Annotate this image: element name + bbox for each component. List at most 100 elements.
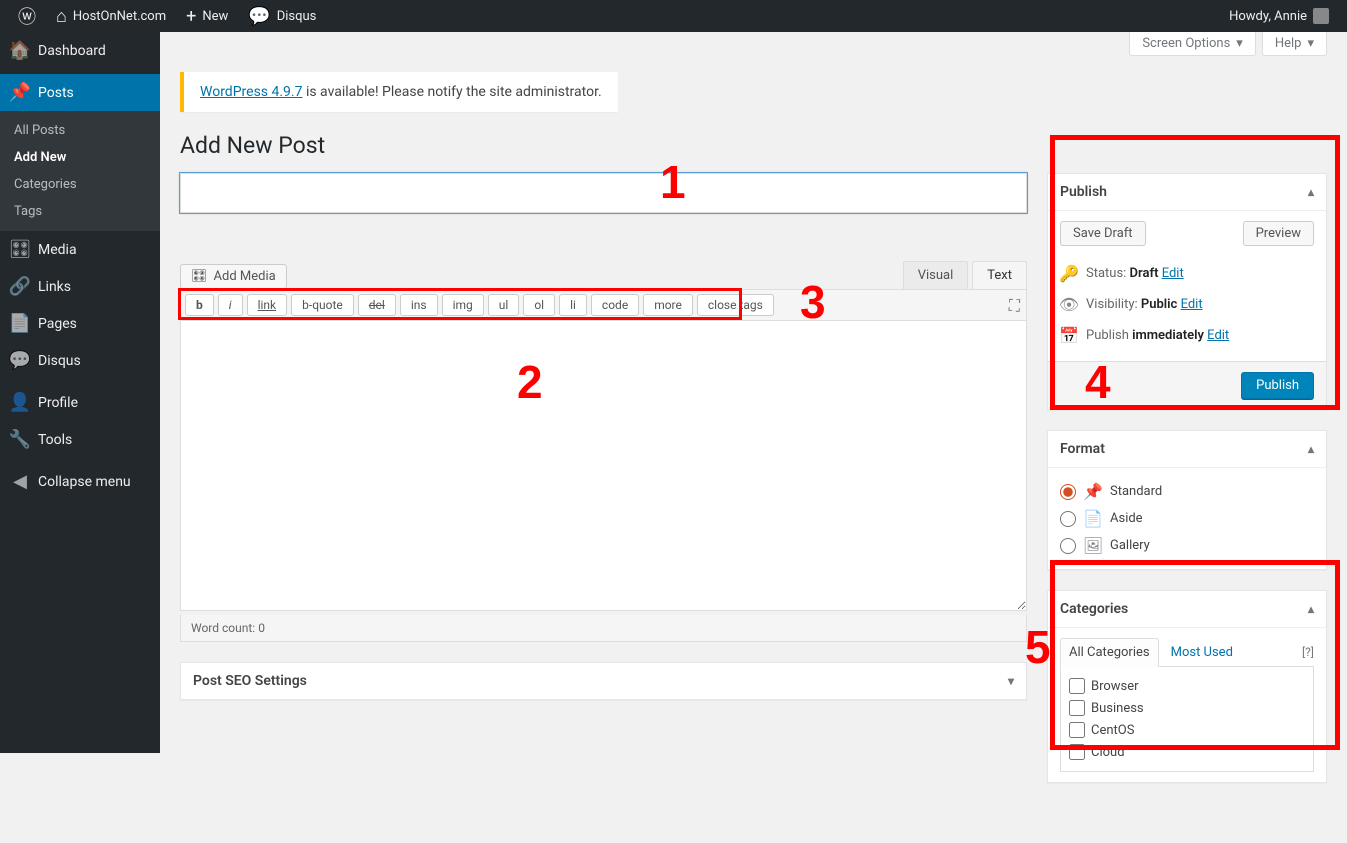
chevron-up-icon[interactable]: ▴: [1308, 185, 1314, 199]
categories-box-header[interactable]: Categories▴: [1048, 591, 1326, 628]
category-item[interactable]: CentOS: [1069, 719, 1305, 741]
media-icon: 🎛: [191, 269, 208, 284]
format-box-header[interactable]: Format▴: [1048, 431, 1326, 468]
title-wrap: [180, 173, 1027, 213]
chevron-down-icon: ▾: [1307, 36, 1314, 51]
tab-visual[interactable]: Visual: [903, 261, 969, 289]
media-icon: 🎛: [10, 239, 30, 260]
key-icon: 🔑: [1060, 264, 1078, 283]
word-count-bar: Word count: 0: [180, 615, 1027, 642]
tab-most-used[interactable]: Most Used: [1163, 639, 1241, 666]
publish-box: Publish▴ Save Draft Preview 🔑 Status: Dr…: [1047, 173, 1327, 410]
qt-code[interactable]: code: [591, 294, 639, 316]
admin-bar: ⓦ ⌂ HostOnNet.com + New 💬 Disqus Howdy, Ann…: [0, 0, 1347, 32]
tools-icon: 🔧: [10, 429, 30, 450]
update-link[interactable]: WordPress 4.9.7: [200, 84, 302, 100]
format-gallery[interactable]: 🖼Gallery: [1060, 532, 1314, 559]
categories-help[interactable]: [?]: [1302, 645, 1314, 659]
dashboard-icon: 🏠: [10, 40, 30, 61]
home-icon: ⌂: [56, 6, 67, 27]
qt-ol[interactable]: ol: [523, 294, 555, 316]
wordpress-icon: ⓦ: [18, 3, 36, 29]
document-icon: 📄: [1084, 509, 1102, 528]
chevron-down-icon: ▾: [1236, 36, 1243, 51]
menu-tools[interactable]: 🔧Tools: [0, 421, 160, 458]
fullscreen-icon[interactable]: ⛶: [1009, 296, 1020, 316]
category-item[interactable]: Cloud: [1069, 741, 1305, 763]
my-account-link[interactable]: Howdy, Annie: [1221, 0, 1337, 32]
category-item[interactable]: Business: [1069, 697, 1305, 719]
category-item[interactable]: Browser: [1069, 675, 1305, 697]
eye-icon: 👁: [1060, 295, 1078, 314]
seo-box-header[interactable]: Post SEO Settings ▾: [181, 663, 1026, 699]
tab-text[interactable]: Text: [972, 261, 1027, 289]
qt-li[interactable]: li: [559, 294, 587, 316]
submenu-add-new[interactable]: Add New: [0, 144, 160, 171]
gallery-icon: 🖼: [1084, 536, 1102, 555]
save-draft-button[interactable]: Save Draft: [1060, 221, 1146, 246]
qt-del[interactable]: del: [358, 294, 396, 316]
edit-visibility-link[interactable]: Edit: [1181, 297, 1203, 312]
edit-schedule-link[interactable]: Edit: [1207, 328, 1229, 343]
site-name-link[interactable]: ⌂ HostOnNet.com: [48, 0, 174, 32]
chevron-up-icon[interactable]: ▴: [1308, 602, 1314, 616]
link-icon: 🔗: [10, 276, 30, 297]
add-media-button[interactable]: 🎛Add Media: [180, 264, 287, 289]
qt-close-tags[interactable]: close tags: [697, 294, 774, 316]
comment-icon: 💬: [10, 350, 30, 371]
format-box: Format▴ 📌Standard 📄Aside 🖼Gallery: [1047, 430, 1327, 570]
menu-disqus[interactable]: 💬Disqus: [0, 342, 160, 379]
post-title-input[interactable]: [180, 173, 1027, 213]
format-aside[interactable]: 📄Aside: [1060, 505, 1314, 532]
format-standard[interactable]: 📌Standard: [1060, 478, 1314, 505]
plus-icon: +: [186, 6, 196, 27]
new-content-link[interactable]: + New: [178, 0, 236, 32]
submenu-tags[interactable]: Tags: [0, 198, 160, 225]
qt-ins[interactable]: ins: [400, 294, 438, 316]
menu-dashboard[interactable]: 🏠Dashboard: [0, 32, 160, 69]
qt-bold[interactable]: b: [185, 294, 214, 316]
collapse-menu[interactable]: ◀Collapse menu: [0, 463, 160, 500]
status-row: 🔑 Status: Draft Edit: [1060, 258, 1314, 289]
qt-italic[interactable]: i: [218, 294, 243, 316]
menu-links[interactable]: 🔗Links: [0, 268, 160, 305]
quicktags-toolbar: b i link b-quote del ins img ul ol li co…: [180, 289, 1027, 321]
qt-bquote[interactable]: b-quote: [291, 294, 354, 316]
submenu-categories[interactable]: Categories: [0, 171, 160, 198]
disqus-link[interactable]: 💬 Disqus: [240, 0, 324, 32]
chevron-up-icon[interactable]: ▴: [1308, 442, 1314, 456]
calendar-icon: 📅: [1060, 326, 1078, 345]
page-icon: 📄: [10, 313, 30, 334]
menu-posts[interactable]: 📌Posts: [0, 74, 160, 111]
update-nag: WordPress 4.9.7 is available! Please not…: [180, 72, 618, 112]
comment-icon: 💬: [248, 6, 270, 27]
menu-media[interactable]: 🎛Media: [0, 231, 160, 268]
new-label: New: [202, 9, 228, 24]
publish-box-header[interactable]: Publish▴: [1048, 174, 1326, 211]
publish-button[interactable]: Publish: [1241, 372, 1314, 399]
screen-options-toggle[interactable]: Screen Options▾: [1129, 32, 1256, 56]
schedule-row: 📅 Publish immediately Edit: [1060, 320, 1314, 351]
edit-status-link[interactable]: Edit: [1162, 266, 1184, 281]
qt-more[interactable]: more: [643, 294, 693, 316]
disqus-label: Disqus: [277, 9, 317, 24]
qt-link[interactable]: link: [247, 294, 288, 316]
preview-button[interactable]: Preview: [1243, 221, 1314, 246]
howdy-label: Howdy, Annie: [1229, 9, 1307, 24]
wp-logo[interactable]: ⓦ: [10, 0, 44, 32]
qt-img[interactable]: img: [442, 294, 484, 316]
chevron-down-icon[interactable]: ▾: [1008, 674, 1014, 688]
help-toggle[interactable]: Help▾: [1262, 32, 1327, 56]
admin-sidebar: 🏠Dashboard 📌Posts All Posts Add New Cate…: [0, 32, 160, 753]
pin-icon: 📌: [10, 82, 30, 103]
menu-pages[interactable]: 📄Pages: [0, 305, 160, 342]
tab-all-categories[interactable]: All Categories: [1060, 638, 1159, 667]
post-content-textarea[interactable]: [180, 321, 1027, 611]
menu-profile[interactable]: 👤Profile: [0, 384, 160, 421]
visibility-row: 👁 Visibility: Public Edit: [1060, 289, 1314, 320]
qt-ul[interactable]: ul: [488, 294, 520, 316]
submenu-all-posts[interactable]: All Posts: [0, 117, 160, 144]
site-name-label: HostOnNet.com: [73, 9, 166, 24]
category-checklist[interactable]: Browser Business CentOS Cloud: [1060, 667, 1314, 772]
pin-icon: 📌: [1084, 482, 1102, 501]
